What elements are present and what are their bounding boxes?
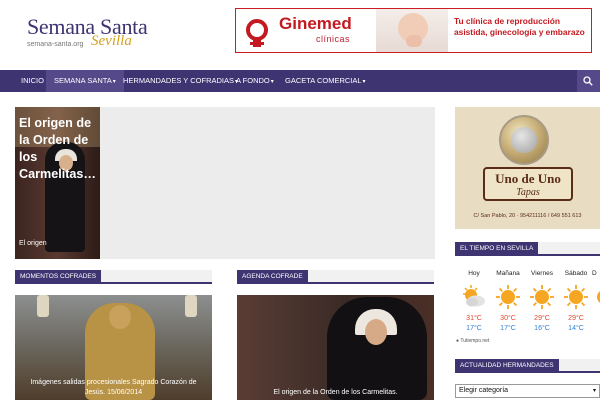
site-logo[interactable]: Semana Santa Sevilla semana-santa.org (27, 14, 167, 54)
search-button[interactable] (577, 70, 600, 92)
banner-brand-sub: clínicas (316, 34, 351, 44)
ginemed-logo-icon (245, 19, 269, 47)
uno-de-uno-ad[interactable]: Uno de Uno Tapas C/ San Pablo, 20 · 9542… (455, 107, 600, 229)
featured-slider: El origen de la Orden de los Carmelitas…… (15, 107, 435, 259)
weather-day: Hoy (468, 270, 480, 277)
chevron-down-icon: ▾ (270, 79, 274, 85)
section-title: MOMENTOS COFRADES (15, 270, 102, 284)
section-header-weather: EL TIEMPO EN SEVILLA (455, 242, 600, 256)
section-title: ACTUALIDAD HERMANDADES (455, 359, 559, 373)
nav-item-label: GACETA COMERCIAL (285, 76, 362, 85)
weather-max-temp: 30°C (500, 315, 516, 322)
banner-tagline: Tu clínica de reproducción asistida, gin… (454, 16, 585, 37)
banner-brand: Ginemed (279, 14, 352, 33)
logo-sub-text: Sevilla (91, 33, 132, 49)
weather-day: Sábado (564, 270, 588, 277)
chevron-down-icon: ▾ (112, 79, 116, 85)
nav-item-gaceta-comercial[interactable]: GACETA COMERCIAL▾ (279, 70, 372, 92)
post-card-caption[interactable]: Imágenes salidas procesionales Sagrado C… (15, 378, 212, 400)
nav-item-a-fondo[interactable]: A FONDO▾ (230, 70, 280, 92)
weather-max-temp: 29°C (568, 315, 584, 322)
nav-item-label: SEMANA SANTA (54, 76, 112, 85)
ginemed-banner-ad[interactable]: Ginemed clínicas Tu clínica de reproducc… (235, 8, 592, 53)
section-title: AGENDA COFRADE (237, 270, 308, 284)
ad-name: Uno de Uno (495, 171, 561, 186)
baby-photo (376, 9, 448, 52)
sun-icon (530, 285, 554, 309)
site-header: Semana Santa Sevilla semana-santa.org Gi… (0, 0, 600, 70)
nav-item-label: A FONDO (236, 76, 270, 85)
weather-min-temp: 17°C (466, 325, 482, 332)
weather-credit-link[interactable]: ● Tutiempo.net (456, 338, 489, 344)
section-header-agenda: AGENDA COFRADE (237, 270, 434, 284)
section-header-momentos: MOMENTOS COFRADES (15, 270, 212, 284)
search-icon (583, 76, 593, 86)
featured-post[interactable]: El origen de la Orden de los Carmelitas…… (15, 107, 100, 259)
chevron-down-icon: ▾ (362, 79, 366, 85)
ad-sub: Tapas (516, 187, 540, 198)
category-select[interactable]: Elegir categoría ▾ (455, 384, 600, 398)
post-card-agenda[interactable]: El origen de la Orden de los Carmelitas. (237, 295, 434, 400)
weather-min-temp: 16°C (534, 325, 550, 332)
nav-item-label: INICIO (21, 76, 44, 85)
sun-icon (597, 291, 600, 303)
post-card-momentos[interactable]: Imágenes salidas procesionales Sagrado C… (15, 295, 212, 400)
weather-max-temp: 29°C (534, 315, 550, 322)
partly-cloudy-icon (463, 285, 485, 307)
category-select-value: Elegir categoría (459, 387, 509, 394)
nav-item-label: HERMANDADES Y COFRADIAS (123, 76, 234, 85)
nav-item-semana-santa[interactable]: SEMANA SANTA▾ (46, 70, 124, 92)
section-title: EL TIEMPO EN SEVILLA (455, 242, 539, 256)
featured-title[interactable]: El origen de la Orden de los Carmelitas… (19, 115, 100, 183)
logo-url-text: semana-santa.org (27, 41, 84, 48)
weather-day: D (592, 270, 597, 277)
weather-max-temp: 31°C (466, 315, 482, 322)
weather-min-temp: 14°C (568, 325, 584, 332)
section-header-hermandades: ACTUALIDAD HERMANDADES (455, 359, 600, 373)
sun-icon (496, 285, 520, 309)
main-nav: INICIO SEMANA SANTA▾ HERMANDADES Y COFRA… (0, 70, 600, 92)
weather-day: Mañana (496, 270, 520, 277)
weather-day: Viernes (531, 270, 553, 277)
euro-coin-icon (499, 115, 549, 165)
post-card-caption[interactable]: El origen de la Orden de los Carmelitas. (237, 388, 434, 400)
featured-excerpt: El origen (19, 240, 47, 247)
ad-address: C/ San Pablo, 20 · 954211116 / 649 551 6… (473, 213, 582, 219)
restaurant-sign: Uno de Uno Tapas (483, 167, 573, 201)
nav-item-hermandades[interactable]: HERMANDADES Y COFRADIAS▾ (117, 70, 244, 92)
sun-icon (564, 285, 588, 309)
weather-min-temp: 17°C (500, 325, 516, 332)
chevron-down-icon: ▾ (592, 388, 596, 394)
